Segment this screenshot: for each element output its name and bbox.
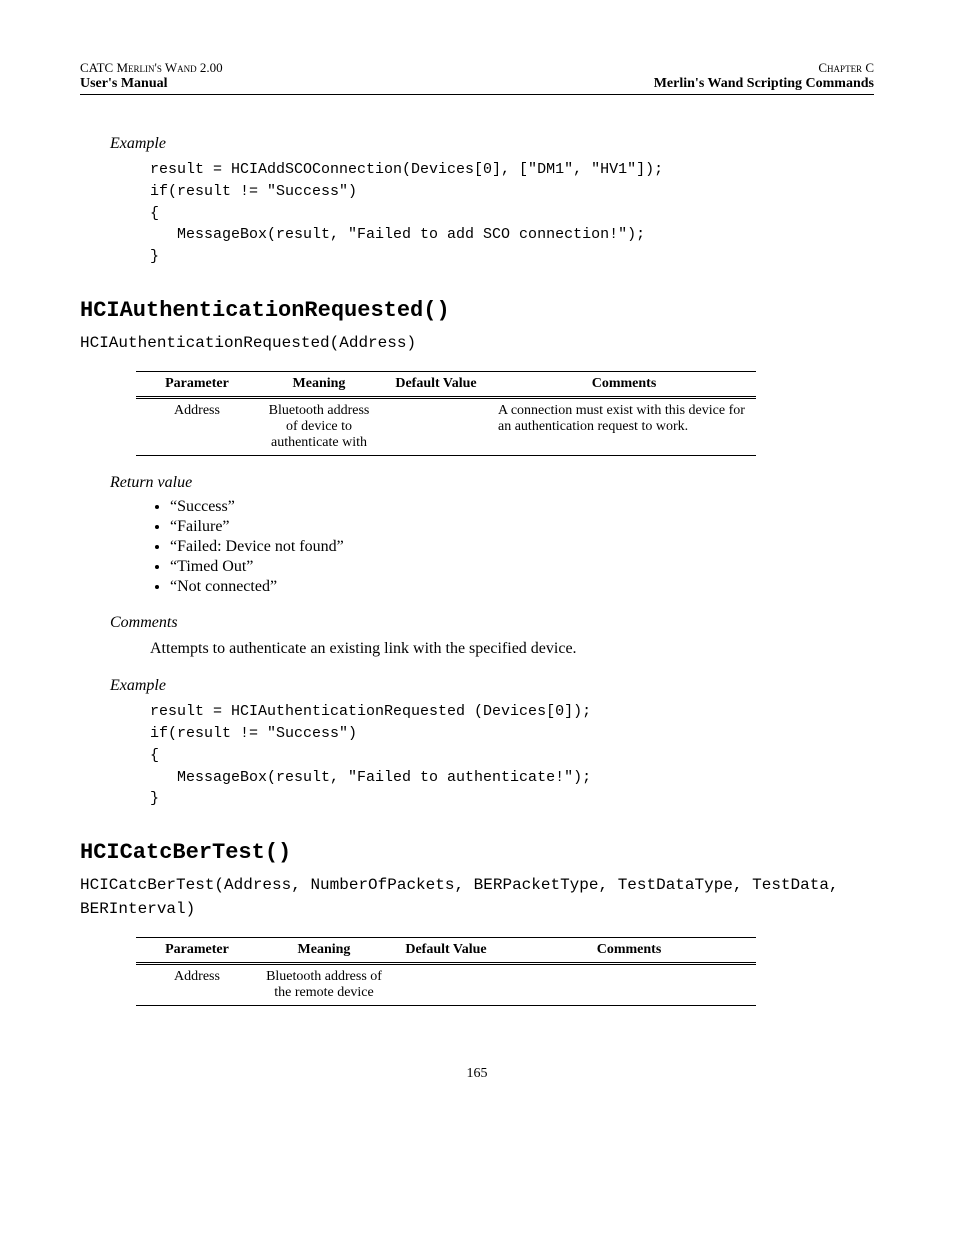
header-top-right: Chapter C: [818, 60, 874, 76]
function-heading: HCIAuthenticationRequested(): [80, 298, 874, 323]
page-header-top: CATC Merlin's Wand 2.00 Chapter C: [80, 60, 874, 76]
col-comments: Comments: [502, 938, 756, 964]
col-meaning: Meaning: [258, 938, 390, 964]
header-bottom-left: User's Manual: [80, 76, 168, 92]
col-default: Default Value: [390, 938, 502, 964]
cell-meaning: Bluetooth address of device to authentic…: [258, 397, 380, 455]
function-signature: HCICatcBerTest(Address, NumberOfPackets,…: [80, 873, 874, 921]
cell-default: [380, 397, 492, 455]
cell-meaning: Bluetooth address of the remote device: [258, 964, 390, 1006]
function-heading: HCICatcBerTest(): [80, 840, 874, 865]
header-bottom-right: Merlin's Wand Scripting Commands: [654, 76, 874, 92]
parameter-table: Parameter Meaning Default Value Comments…: [136, 937, 756, 1006]
example-label: Example: [110, 135, 874, 153]
col-comments: Comments: [492, 371, 756, 397]
parameter-table: Parameter Meaning Default Value Comments…: [136, 371, 756, 456]
header-top-left: CATC Merlin's Wand 2.00: [80, 60, 223, 76]
code-block: result = HCIAuthenticationRequested (Dev…: [150, 701, 874, 810]
list-item: “Failed: Device not found”: [170, 538, 874, 556]
return-value-label: Return value: [110, 474, 874, 492]
cell-default: [390, 964, 502, 1006]
cell-parameter: Address: [136, 397, 258, 455]
return-value-list: “Success” “Failure” “Failed: Device not …: [170, 498, 874, 596]
page-number: 165: [80, 1066, 874, 1082]
page-header-bottom: User's Manual Merlin's Wand Scripting Co…: [80, 76, 874, 92]
page-content: Example result = HCIAddSCOConnection(Dev…: [110, 135, 874, 1006]
table-row: Address Bluetooth address of the remote …: [136, 964, 756, 1006]
function-signature: HCIAuthenticationRequested(Address): [80, 331, 874, 355]
table-row: Address Bluetooth address of device to a…: [136, 397, 756, 455]
col-default: Default Value: [380, 371, 492, 397]
cell-parameter: Address: [136, 964, 258, 1006]
header-divider: [80, 94, 874, 95]
comments-text: Attempts to authenticate an existing lin…: [150, 638, 874, 660]
cell-comments: [502, 964, 756, 1006]
col-parameter: Parameter: [136, 371, 258, 397]
list-item: “Timed Out”: [170, 558, 874, 576]
list-item: “Success”: [170, 498, 874, 516]
example-label: Example: [110, 677, 874, 695]
comments-label: Comments: [110, 614, 874, 632]
col-meaning: Meaning: [258, 371, 380, 397]
col-parameter: Parameter: [136, 938, 258, 964]
list-item: “Failure”: [170, 518, 874, 536]
cell-comments: A connection must exist with this device…: [492, 397, 756, 455]
list-item: “Not connected”: [170, 578, 874, 596]
code-block: result = HCIAddSCOConnection(Devices[0],…: [150, 159, 874, 268]
